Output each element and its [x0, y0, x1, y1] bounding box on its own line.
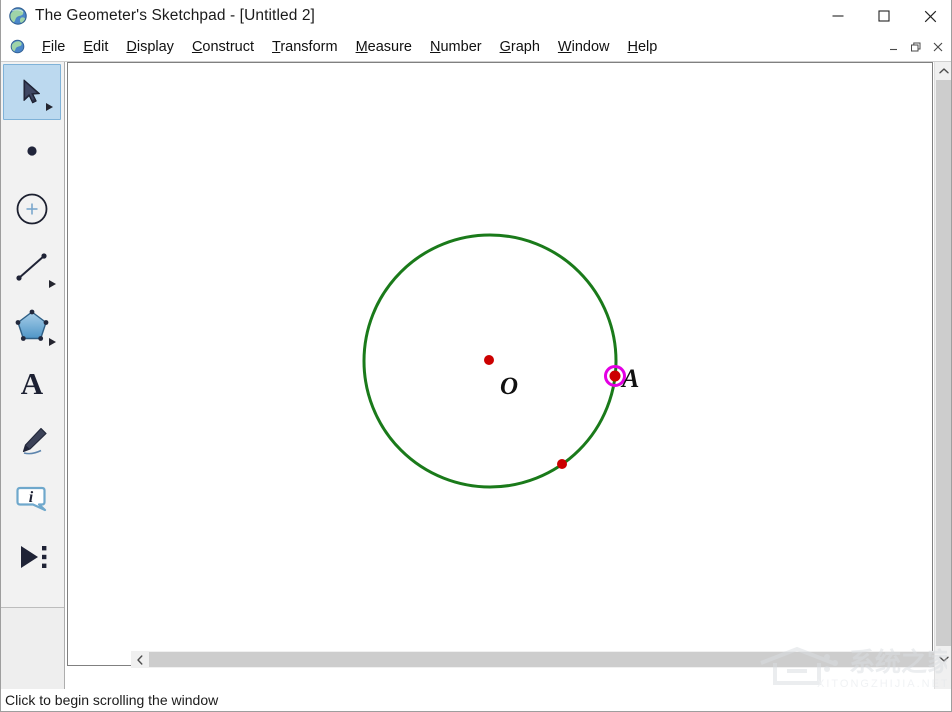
compass-circle-tool[interactable] [1, 180, 63, 238]
chevron-left-icon [136, 654, 142, 665]
menu-measure[interactable]: Measure [347, 37, 421, 57]
info-bubble-icon: i [16, 486, 47, 512]
point-dot-icon [27, 146, 37, 156]
sketchpad-globe-icon [7, 5, 29, 27]
document-window-controls [883, 36, 949, 58]
menu-graph-accel: G [499, 38, 511, 55]
close-button[interactable] [907, 0, 951, 32]
system-menu-icon[interactable] [9, 38, 26, 55]
menu-graph[interactable]: Graph [491, 37, 549, 57]
menu-window[interactable]: Window [549, 37, 619, 57]
polygon-tool-flyout-arrow[interactable] [49, 338, 56, 346]
menu-edit-rest: dit [93, 38, 109, 55]
scrollbar-corner [935, 668, 951, 690]
menu-construct-accel: C [191, 38, 203, 55]
status-message: Click to begin scrolling the window [5, 692, 219, 708]
document-close-button[interactable] [927, 37, 949, 57]
straightedge-tool-flyout-arrow[interactable] [49, 280, 56, 288]
menu-transform[interactable]: Transform [263, 37, 347, 57]
point-tool[interactable] [1, 122, 63, 180]
menu-file[interactable]: File [33, 37, 74, 57]
menu-help-accel: H [627, 38, 638, 55]
point-label-A[interactable]: A [622, 366, 639, 392]
letter-a-icon: A [21, 366, 44, 401]
straightedge-tool[interactable] [1, 238, 63, 296]
menu-number-accel: N [430, 38, 441, 55]
marker-tool[interactable] [1, 412, 63, 470]
window-controls [815, 0, 951, 32]
document-area: O A [65, 62, 951, 690]
menu-number[interactable]: Number [421, 37, 491, 57]
horizontal-scrollbar[interactable] [131, 651, 949, 668]
sketch-drawing [362, 233, 626, 489]
menu-display[interactable]: Display [117, 37, 183, 57]
sketch-canvas[interactable]: O A [67, 62, 933, 666]
scroll-left-button[interactable] [131, 651, 148, 668]
window-title: The Geometer's Sketchpad - [Untitled 2] [35, 7, 315, 24]
circle-icon [16, 193, 48, 225]
menu-edit[interactable]: Edit [74, 37, 117, 57]
pen-marker-icon [22, 427, 47, 455]
center-point-O [484, 355, 494, 365]
menu-transform-rest: ransform [280, 38, 338, 55]
menu-help-rest: elp [637, 38, 658, 55]
maximize-button[interactable] [861, 0, 907, 32]
arrow-cursor-icon [23, 79, 40, 104]
svg-text:i: i [29, 489, 34, 506]
menu-window-accel: W [557, 38, 572, 55]
document-restore-button[interactable] [905, 37, 927, 57]
menu-help[interactable]: Help [618, 37, 666, 57]
information-tool[interactable]: i [1, 470, 63, 528]
arrow-tool-flyout-arrow[interactable] [46, 103, 53, 111]
title-bar: The Geometer's Sketchpad - [Untitled 2] [1, 0, 951, 32]
menu-number-rest: umber [440, 38, 482, 55]
menu-construct-rest: onstruct [202, 38, 255, 55]
chevron-down-icon [938, 656, 949, 662]
menu-bar: File Edit Display Construct Transform Me… [1, 32, 951, 62]
tool-palette-empty-area [1, 608, 64, 690]
segment-line-icon [16, 253, 47, 281]
arrow-select-tool[interactable] [3, 64, 61, 120]
scroll-down-button[interactable] [935, 650, 951, 667]
text-tool[interactable]: A [1, 354, 63, 412]
polygon-tool[interactable] [1, 296, 63, 354]
menu-measure-rest: easure [367, 38, 412, 55]
menu-edit-accel: E [83, 38, 94, 55]
vertical-scroll-thumb[interactable] [936, 80, 951, 646]
pentagon-icon [15, 309, 49, 341]
tool-palette: A i [1, 62, 65, 690]
circle-point-unlabeled [557, 459, 567, 469]
horizontal-scroll-thumb[interactable] [149, 652, 947, 667]
custom-tool[interactable] [1, 528, 63, 586]
menu-graph-rest: raph [510, 38, 540, 55]
document-minimize-button[interactable] [883, 37, 905, 57]
application-window: The Geometer's Sketchpad - [Untitled 2] … [0, 0, 952, 712]
play-triangle-dots-icon [21, 546, 47, 568]
menu-display-rest: isplay [136, 38, 174, 55]
minimize-button[interactable] [815, 0, 861, 32]
status-bar: Click to begin scrolling the window [1, 689, 951, 711]
vertical-scrollbar[interactable] [934, 62, 951, 690]
menu-file-rest: ile [50, 38, 66, 55]
menu-construct[interactable]: Construct [183, 37, 263, 57]
chevron-up-icon [938, 67, 949, 73]
menu-display-accel: D [126, 38, 137, 55]
svg-text:A: A [21, 366, 44, 401]
scroll-up-button[interactable] [935, 62, 951, 79]
point-label-O[interactable]: O [500, 374, 518, 399]
circle-point-A [609, 370, 621, 382]
menu-file-accel: F [42, 38, 51, 55]
menu-measure-accel: M [355, 38, 368, 55]
menu-window-rest: indow [571, 38, 610, 55]
